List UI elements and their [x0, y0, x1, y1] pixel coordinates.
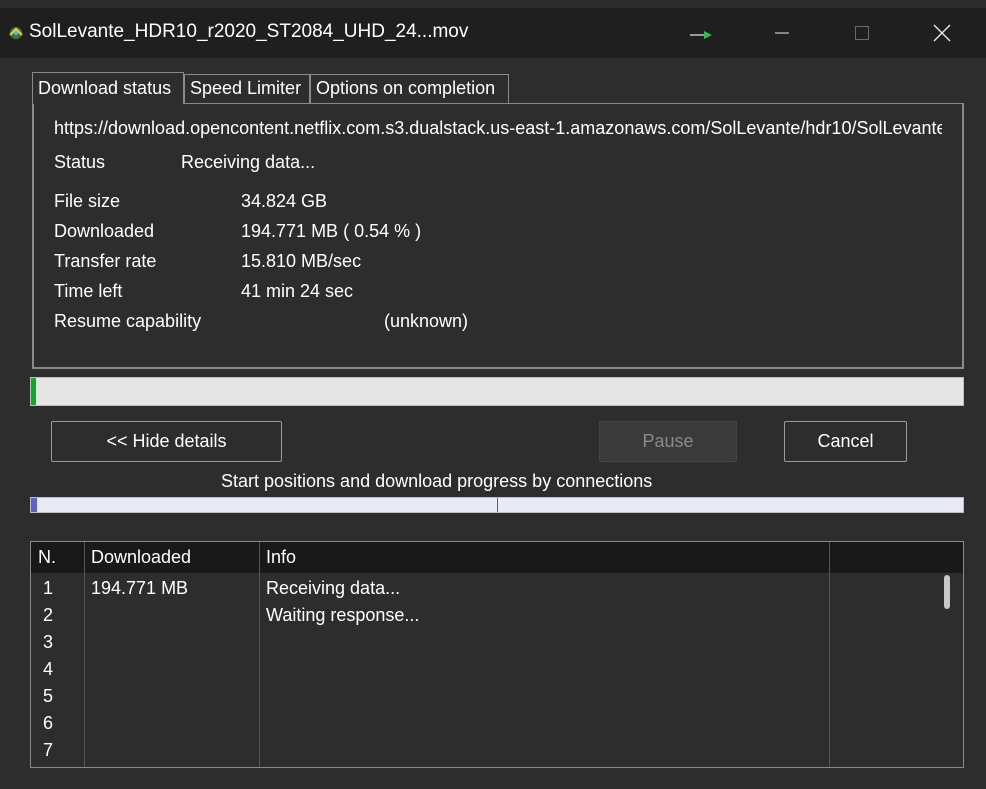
downloaded-label: Downloaded: [54, 221, 155, 241]
app-icon: [9, 27, 23, 39]
column-divider: [829, 542, 830, 767]
scrollbar-thumb[interactable]: [944, 575, 950, 609]
cell-number: 6: [43, 713, 54, 733]
minimize-button[interactable]: [742, 8, 822, 58]
download-dialog: SolLevante_HDR10_r2020_ST2084_UHD_24...m…: [0, 8, 986, 789]
close-icon: [933, 24, 951, 42]
file-size-value: 34.824 GB: [241, 191, 328, 211]
close-button[interactable]: [902, 8, 982, 58]
connections-caption: Start positions and download progress by…: [221, 471, 653, 491]
downloaded-row: Downloaded 194.771 MB ( 0.54 % ): [54, 221, 421, 242]
scrollbar-header: [931, 542, 963, 573]
cancel-button[interactable]: Cancel: [784, 421, 907, 462]
transfer-rate-label: Transfer rate: [54, 251, 157, 271]
cell-info: Receiving data...: [266, 578, 401, 598]
column-divider: [84, 542, 85, 767]
connection-1-progress: [31, 498, 37, 512]
table-header: N. Downloaded Info: [31, 542, 931, 573]
title-bar[interactable]: SolLevante_HDR10_r2020_ST2084_UHD_24...m…: [0, 8, 986, 58]
cell-number: 4: [43, 659, 54, 679]
resume-capability-row: Resume capability (unknown): [54, 311, 468, 332]
column-divider: [259, 542, 260, 767]
cell-number: 1: [43, 578, 54, 598]
column-header-downloaded[interactable]: Downloaded: [91, 547, 191, 568]
cell-number: 5: [43, 686, 54, 706]
tab-options-on-completion[interactable]: Options on completion: [310, 74, 509, 103]
status-label: Status: [54, 152, 106, 172]
download-url: https://download.opencontent.netflix.com…: [54, 118, 942, 138]
status-value: Receiving data...: [181, 152, 316, 172]
time-left-label: Time left: [54, 281, 123, 301]
download-status-panel: https://download.opencontent.netflix.com…: [32, 103, 964, 369]
pause-button[interactable]: Pause: [599, 421, 737, 462]
overall-progress-fill: [31, 378, 37, 405]
time-left-row: Time left 41 min 24 sec: [54, 281, 353, 302]
transfer-rate-row: Transfer rate 15.810 MB/sec: [54, 251, 361, 272]
connection-2-start-marker: [497, 498, 498, 512]
time-left-value: 41 min 24 sec: [241, 281, 354, 301]
column-header-number[interactable]: N.: [38, 547, 56, 568]
resume-capability-label: Resume capability: [54, 311, 202, 331]
speed-indicator-icon: [690, 31, 712, 39]
hide-details-button[interactable]: << Hide details: [51, 421, 282, 462]
tab-speed-limiter[interactable]: Speed Limiter: [184, 74, 310, 103]
file-size-label: File size: [54, 191, 121, 211]
overall-progress-bar: [30, 377, 964, 406]
status-row: Status Receiving data...: [54, 152, 315, 173]
cell-downloaded: 194.771 MB: [91, 578, 189, 598]
minimize-icon: [775, 32, 789, 34]
cell-number: 3: [43, 632, 54, 652]
transfer-rate-value: 15.810 MB/sec: [241, 251, 362, 271]
cell-number: 7: [43, 740, 54, 760]
file-size-row: File size 34.824 GB: [54, 191, 327, 212]
column-header-info[interactable]: Info: [266, 547, 296, 568]
cell-info: Waiting response...: [266, 605, 420, 625]
window-title: SolLevante_HDR10_r2020_ST2084_UHD_24...m…: [29, 21, 469, 42]
maximize-icon: [855, 26, 869, 40]
maximize-button[interactable]: [822, 8, 902, 58]
resume-capability-value: (unknown): [384, 311, 469, 331]
downloaded-value: 194.771 MB ( 0.54 % ): [241, 221, 422, 241]
cell-number: 2: [43, 605, 54, 625]
connections-table[interactable]: N. Downloaded Info 1 194.771 MB Receiving …: [30, 541, 964, 768]
tab-download-status[interactable]: Download status: [32, 72, 184, 104]
connections-progress-bar: [30, 497, 964, 513]
